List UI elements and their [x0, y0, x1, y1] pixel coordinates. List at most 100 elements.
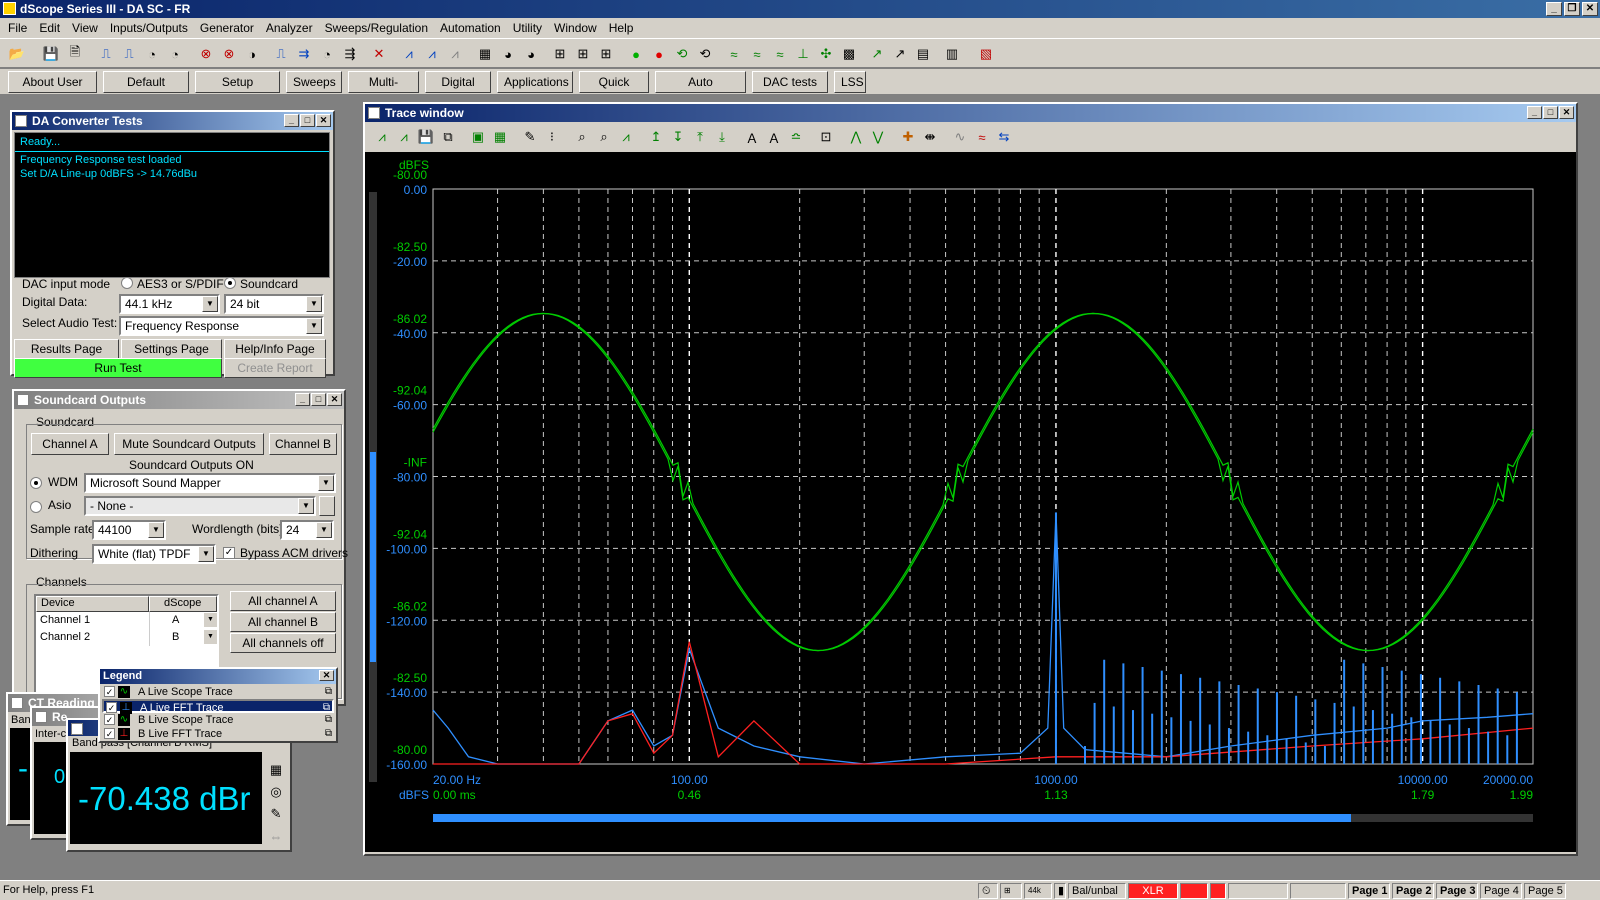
meter-settings-icon[interactable]: ▦ — [266, 760, 286, 780]
out-off2-icon[interactable]: ⊗ — [218, 43, 240, 65]
trace-tool-icon[interactable]: ⩘ — [371, 126, 393, 148]
wdm-device-select[interactable]: Microsoft Sound Mapper ▼ — [84, 473, 336, 493]
input2-icon[interactable]: ⇉ — [293, 43, 315, 65]
copy-icon[interactable]: ⧉ — [325, 713, 332, 727]
cross-icon[interactable]: ✕ — [368, 43, 390, 65]
scale-icon[interactable]: Ａ — [741, 126, 763, 148]
page-5-tab[interactable]: Page 5 — [1524, 883, 1566, 899]
page-4-tab[interactable]: Page 4 — [1480, 883, 1522, 899]
run-test-button[interactable]: Run Test — [14, 358, 222, 378]
trough-icon[interactable]: ⋁ — [867, 126, 889, 148]
legend-titlebar[interactable]: Legend ✕ — [100, 669, 336, 684]
wordlength-select[interactable]: 24 ▼ — [280, 520, 334, 540]
graph-view-icon[interactable]: ▣ — [467, 126, 489, 148]
close-button[interactable]: ✕ — [1582, 2, 1598, 16]
setup-wizard-button[interactable]: Setup Wizard — [195, 71, 280, 109]
digital-io-button[interactable]: Digital I/O — [425, 71, 491, 109]
col-dscope-header[interactable]: dScope — [149, 596, 217, 612]
generator-out2-icon[interactable]: ⎍ — [118, 43, 140, 65]
graph-icon[interactable]: ↗ — [866, 43, 888, 65]
save-icon[interactable]: 💾 — [40, 43, 62, 65]
graph3-icon[interactable]: ▤ — [912, 43, 934, 65]
applications-button[interactable]: Applications — [497, 71, 573, 93]
legend-checkbox[interactable]: ✓ — [104, 686, 115, 697]
reference-icon[interactable]: ◎ — [266, 782, 286, 802]
expand-icon[interactable]: ⇔ — [266, 826, 286, 846]
marker-icon[interactable]: ⊡ — [815, 126, 837, 148]
report-icon[interactable]: ▥ — [941, 43, 963, 65]
peak-icon[interactable]: ⋀ — [845, 126, 867, 148]
dac-tests-button[interactable]: DAC tests — [752, 71, 828, 93]
asio-radio[interactable] — [30, 501, 42, 513]
open-folder-icon[interactable]: 📂 — [6, 43, 28, 65]
menu-generator[interactable]: Generator — [194, 21, 260, 35]
help-info-page-button[interactable]: Help/Info Page — [224, 339, 326, 359]
menu-view[interactable]: View — [66, 21, 104, 35]
trace-close-button[interactable]: ✕ — [1559, 106, 1574, 119]
lss-button[interactable]: LSS — [834, 71, 866, 93]
asio-device-select[interactable]: - None - ▼ — [84, 496, 316, 516]
menu-analyzer[interactable]: Analyzer — [260, 21, 319, 35]
save-all-icon[interactable]: 🗎 — [64, 43, 86, 65]
mute-all-icon[interactable]: ◑ — [241, 43, 263, 65]
wdm-radio[interactable] — [30, 477, 42, 489]
legend-item-a-fft[interactable]: ✓ ⊥ A Live FFT Trace ⧉ — [102, 699, 334, 714]
sc-panel-titlebar[interactable]: Soundcard Outputs _ □ ✕ — [14, 391, 344, 409]
save-trace-icon[interactable]: 💾 — [415, 126, 437, 148]
multi-tones-button[interactable]: Multi-tones — [348, 71, 419, 109]
trace-maximize-button[interactable]: □ — [1543, 106, 1558, 119]
mute-outputs-button[interactable]: Mute Soundcard Outputs — [114, 433, 264, 455]
trace-chart[interactable]: dBFS-80.000.00-82.50-20.00-86.02-40.00-9… — [365, 152, 1576, 852]
menu-utility[interactable]: Utility — [507, 21, 548, 35]
about-user-bar-button[interactable]: About User Bar — [8, 71, 97, 109]
input-icon[interactable]: ⎍ — [270, 43, 292, 65]
menu-window[interactable]: Window — [548, 21, 603, 35]
log-icon[interactable]: ✎ — [266, 804, 286, 824]
trace6-icon[interactable]: ▩ — [838, 43, 860, 65]
create-report-button[interactable]: Create Report — [224, 358, 326, 378]
autoscale-icon[interactable]: ⩘ — [615, 126, 637, 148]
bit-depth-select[interactable]: 24 bit ▼ — [224, 294, 324, 314]
aes3-radio[interactable] — [121, 277, 133, 289]
minimize-button[interactable]: _ — [1546, 2, 1562, 16]
ch-ab-icon[interactable]: ⊞ — [595, 43, 617, 65]
sample-rate-select[interactable]: 44.1 kHz ▼ — [119, 294, 220, 314]
panel-close-button[interactable]: ✕ — [327, 393, 342, 406]
report2-icon[interactable]: ▧ — [975, 43, 997, 65]
asio-config-button[interactable] — [319, 496, 335, 516]
cursor-icon[interactable]: ⁝ — [541, 126, 563, 148]
trace-icon[interactable]: ≈ — [723, 43, 745, 65]
panel-maximize-button[interactable]: □ — [311, 393, 326, 406]
run-icon[interactable]: ● — [625, 43, 647, 65]
scroll-thumb[interactable] — [370, 452, 376, 662]
trace3-icon[interactable]: ≈ — [769, 43, 791, 65]
panel-maximize-button[interactable]: □ — [300, 114, 315, 127]
cursor-b-icon[interactable]: ↧ — [667, 126, 689, 148]
zoom-icon[interactable]: ⌕ — [571, 126, 593, 148]
trace-minimize-button[interactable]: _ — [1527, 106, 1542, 119]
scale3-icon[interactable]: ≏ — [785, 126, 807, 148]
menu-edit[interactable]: Edit — [33, 21, 66, 35]
sweep2-icon[interactable]: ⟲ — [694, 43, 716, 65]
smooth-icon[interactable]: ∿ — [949, 126, 971, 148]
legend-item-b-fft[interactable]: ✓ ⊥ B Live FFT Trace ⧉ — [102, 727, 334, 741]
sweep-icon[interactable]: ⟲ — [671, 43, 693, 65]
trace5-icon[interactable]: ✣ — [815, 43, 837, 65]
panel-close-button[interactable]: ✕ — [316, 114, 331, 127]
legend-checkbox[interactable]: ✓ — [104, 728, 115, 739]
cursor-a-icon[interactable]: ↥ — [645, 126, 667, 148]
auto-sequence-button[interactable]: Auto Sequence — [655, 71, 746, 109]
out-off-icon[interactable]: ⊗ — [195, 43, 217, 65]
trace-titlebar[interactable]: Trace window _ □ ✕ — [365, 104, 1576, 122]
all-channels-off-button[interactable]: All channels off — [230, 633, 336, 653]
legend-item-b-scope[interactable]: ✓ ∿ B Live Scope Trace ⧉ — [102, 713, 334, 727]
meter3-icon[interactable]: ◕ — [520, 43, 542, 65]
sc-sample-rate-select[interactable]: 44100 ▼ — [92, 520, 166, 540]
input4-icon[interactable]: ⇶ — [339, 43, 361, 65]
analyzer3-icon[interactable]: ⩘ — [444, 43, 466, 65]
menu-file[interactable]: File — [2, 21, 33, 35]
menu-sweeps[interactable]: Sweeps/Regulation — [319, 21, 434, 35]
restore-button[interactable]: ❐ — [1564, 2, 1580, 16]
edit-icon[interactable]: ✎ — [519, 126, 541, 148]
channel-b-button[interactable]: Channel B — [269, 433, 337, 455]
